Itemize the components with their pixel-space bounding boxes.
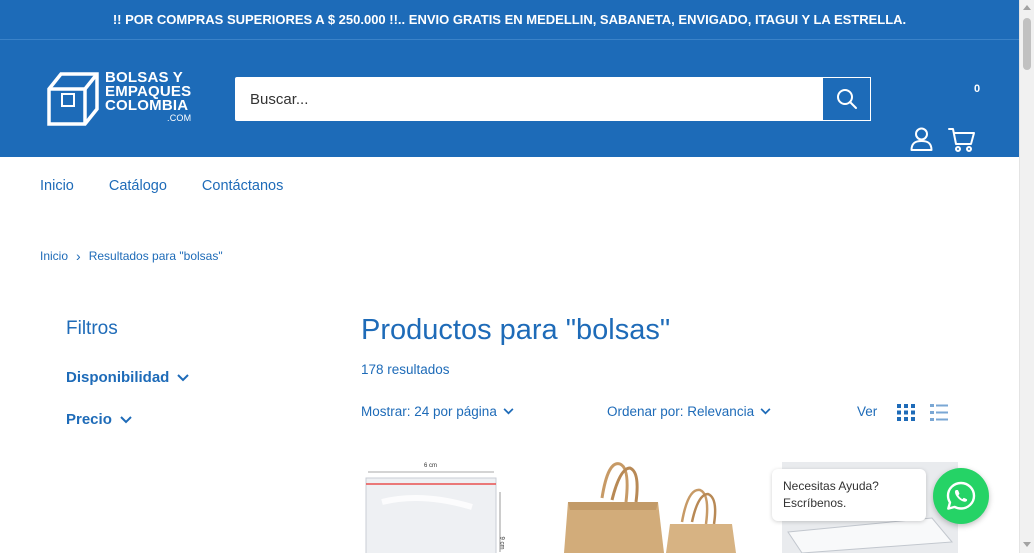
chevron-down-icon (120, 415, 132, 423)
cart-count-badge: 0 (974, 83, 981, 95)
sort-select[interactable]: Ordenar por: Relevancia (607, 404, 771, 419)
product-card-kraft-bags[interactable] (560, 462, 740, 553)
search-button[interactable] (823, 77, 871, 121)
search-icon (836, 89, 857, 109)
sort-label: Ordenar por: Relevancia (607, 404, 755, 419)
product-card-zip-bag[interactable]: 6 cm 9 cm (352, 462, 520, 553)
grid-view-icon[interactable] (897, 404, 915, 421)
list-view-icon[interactable] (930, 404, 948, 421)
chevron-down-icon (177, 373, 190, 381)
chevron-down-icon (503, 408, 514, 415)
whatsapp-icon (946, 481, 976, 510)
scroll-up-arrow-icon[interactable] (1023, 5, 1031, 10)
breadcrumb: Inicio › Resultados para "bolsas" (40, 248, 223, 264)
breadcrumb-home[interactable]: Inicio (40, 249, 68, 263)
per-page-label: Mostrar: 24 por página (361, 404, 497, 419)
logo[interactable]: BOLSAS Y EMPAQUES COLOMBIA .COM (47, 70, 197, 128)
scroll-down-arrow-icon[interactable] (1023, 542, 1031, 547)
view-label: Ver (857, 404, 878, 419)
nav-item-inicio[interactable]: Inicio (40, 178, 74, 194)
filter-price[interactable]: Precio (66, 411, 132, 428)
page-scrollbar[interactable] (1019, 0, 1034, 553)
logo-cube-icon (47, 72, 99, 126)
nav-item-catalogo[interactable]: Catálogo (109, 178, 167, 194)
scrollbar-thumb[interactable] (1023, 18, 1031, 70)
product-dimension-side: 9 cm (498, 536, 505, 550)
logo-text: BOLSAS Y EMPAQUES COLOMBIA .COM (105, 70, 192, 123)
product-image-zip-bag (365, 471, 501, 553)
announcement-bar: !! POR COMPRAS SUPERIORES A $ 250.000 !!… (0, 0, 1019, 40)
filter-availability-label: Disponibilidad (66, 369, 170, 386)
filters-title: Filtros (66, 318, 118, 339)
breadcrumb-separator-icon: › (76, 248, 81, 264)
logo-line-3: COLOMBIA (105, 97, 189, 114)
nav-item-contactanos[interactable]: Contáctanos (202, 178, 283, 194)
results-count: 178 resultados (361, 362, 450, 377)
whatsapp-button[interactable] (933, 468, 989, 524)
whatsapp-help-line-1: Necesitas Ayuda? (783, 479, 879, 493)
product-dimension-top: 6 cm (424, 463, 438, 469)
page-title: Productos para "bolsas" (361, 314, 671, 346)
product-image-kraft-bags (564, 462, 736, 553)
cart-icon[interactable] (948, 127, 976, 153)
page: !! POR COMPRAS SUPERIORES A $ 250.000 !!… (0, 0, 1019, 553)
site-header: BOLSAS Y EMPAQUES COLOMBIA .COM Buscar..… (0, 40, 1019, 157)
logo-line-4: .COM (167, 113, 192, 123)
breadcrumb-current: Resultados para "bolsas" (88, 249, 223, 263)
filter-price-label: Precio (66, 411, 112, 428)
search-bar (235, 77, 871, 121)
whatsapp-help-line-2: Escríbenos. (783, 496, 847, 510)
per-page-select[interactable]: Mostrar: 24 por página (361, 404, 514, 419)
search-input[interactable] (235, 77, 815, 121)
chevron-down-icon (760, 408, 771, 415)
whatsapp-help-bubble[interactable]: Necesitas Ayuda? Escríbenos. (772, 469, 926, 521)
filter-availability[interactable]: Disponibilidad (66, 369, 190, 386)
account-icon[interactable] (910, 127, 933, 151)
main-nav: Inicio Catálogo Contáctanos (40, 178, 283, 194)
